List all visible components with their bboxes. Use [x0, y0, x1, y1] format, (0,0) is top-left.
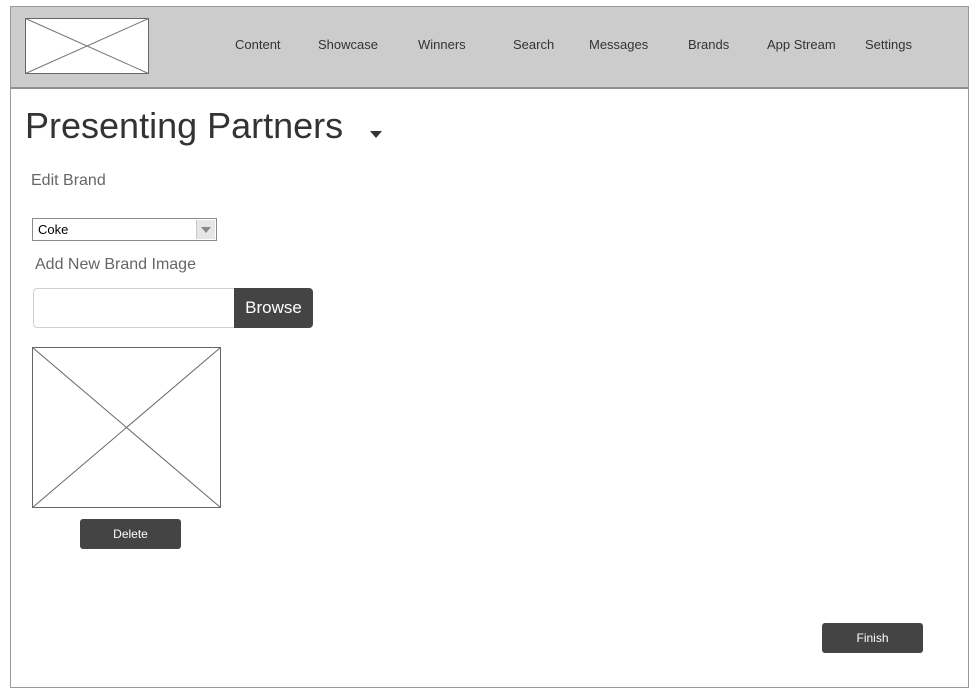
add-brand-image-label: Add New Brand Image — [35, 256, 196, 273]
nav-item-search[interactable]: Search — [513, 37, 554, 52]
nav-item-messages[interactable]: Messages — [589, 37, 648, 52]
top-navigation-bar: Content Showcase Winners Search Messages… — [11, 7, 968, 89]
nav-item-app-stream[interactable]: App Stream — [767, 37, 836, 52]
nav-item-winners[interactable]: Winners — [418, 37, 466, 52]
nav-item-settings[interactable]: Settings — [865, 37, 912, 52]
file-path-input[interactable] — [33, 288, 235, 328]
brand-select-value: Coke — [38, 222, 69, 237]
app-window: Content Showcase Winners Search Messages… — [10, 6, 969, 688]
page-title: Presenting Partners — [25, 105, 344, 146]
logo-placeholder-icon[interactable] — [25, 18, 149, 74]
chevron-down-icon[interactable] — [196, 220, 215, 239]
nav-item-content[interactable]: Content — [235, 37, 281, 52]
delete-button[interactable]: Delete — [80, 519, 181, 549]
brand-image-placeholder-icon — [32, 347, 221, 508]
caret-down-icon[interactable] — [368, 127, 384, 139]
nav-item-brands[interactable]: Brands — [688, 37, 729, 52]
edit-brand-label: Edit Brand — [31, 172, 106, 189]
nav-item-showcase[interactable]: Showcase — [318, 37, 378, 52]
browse-button[interactable]: Browse — [234, 288, 313, 328]
finish-button[interactable]: Finish — [822, 623, 923, 653]
brand-select[interactable]: Coke — [32, 218, 217, 241]
